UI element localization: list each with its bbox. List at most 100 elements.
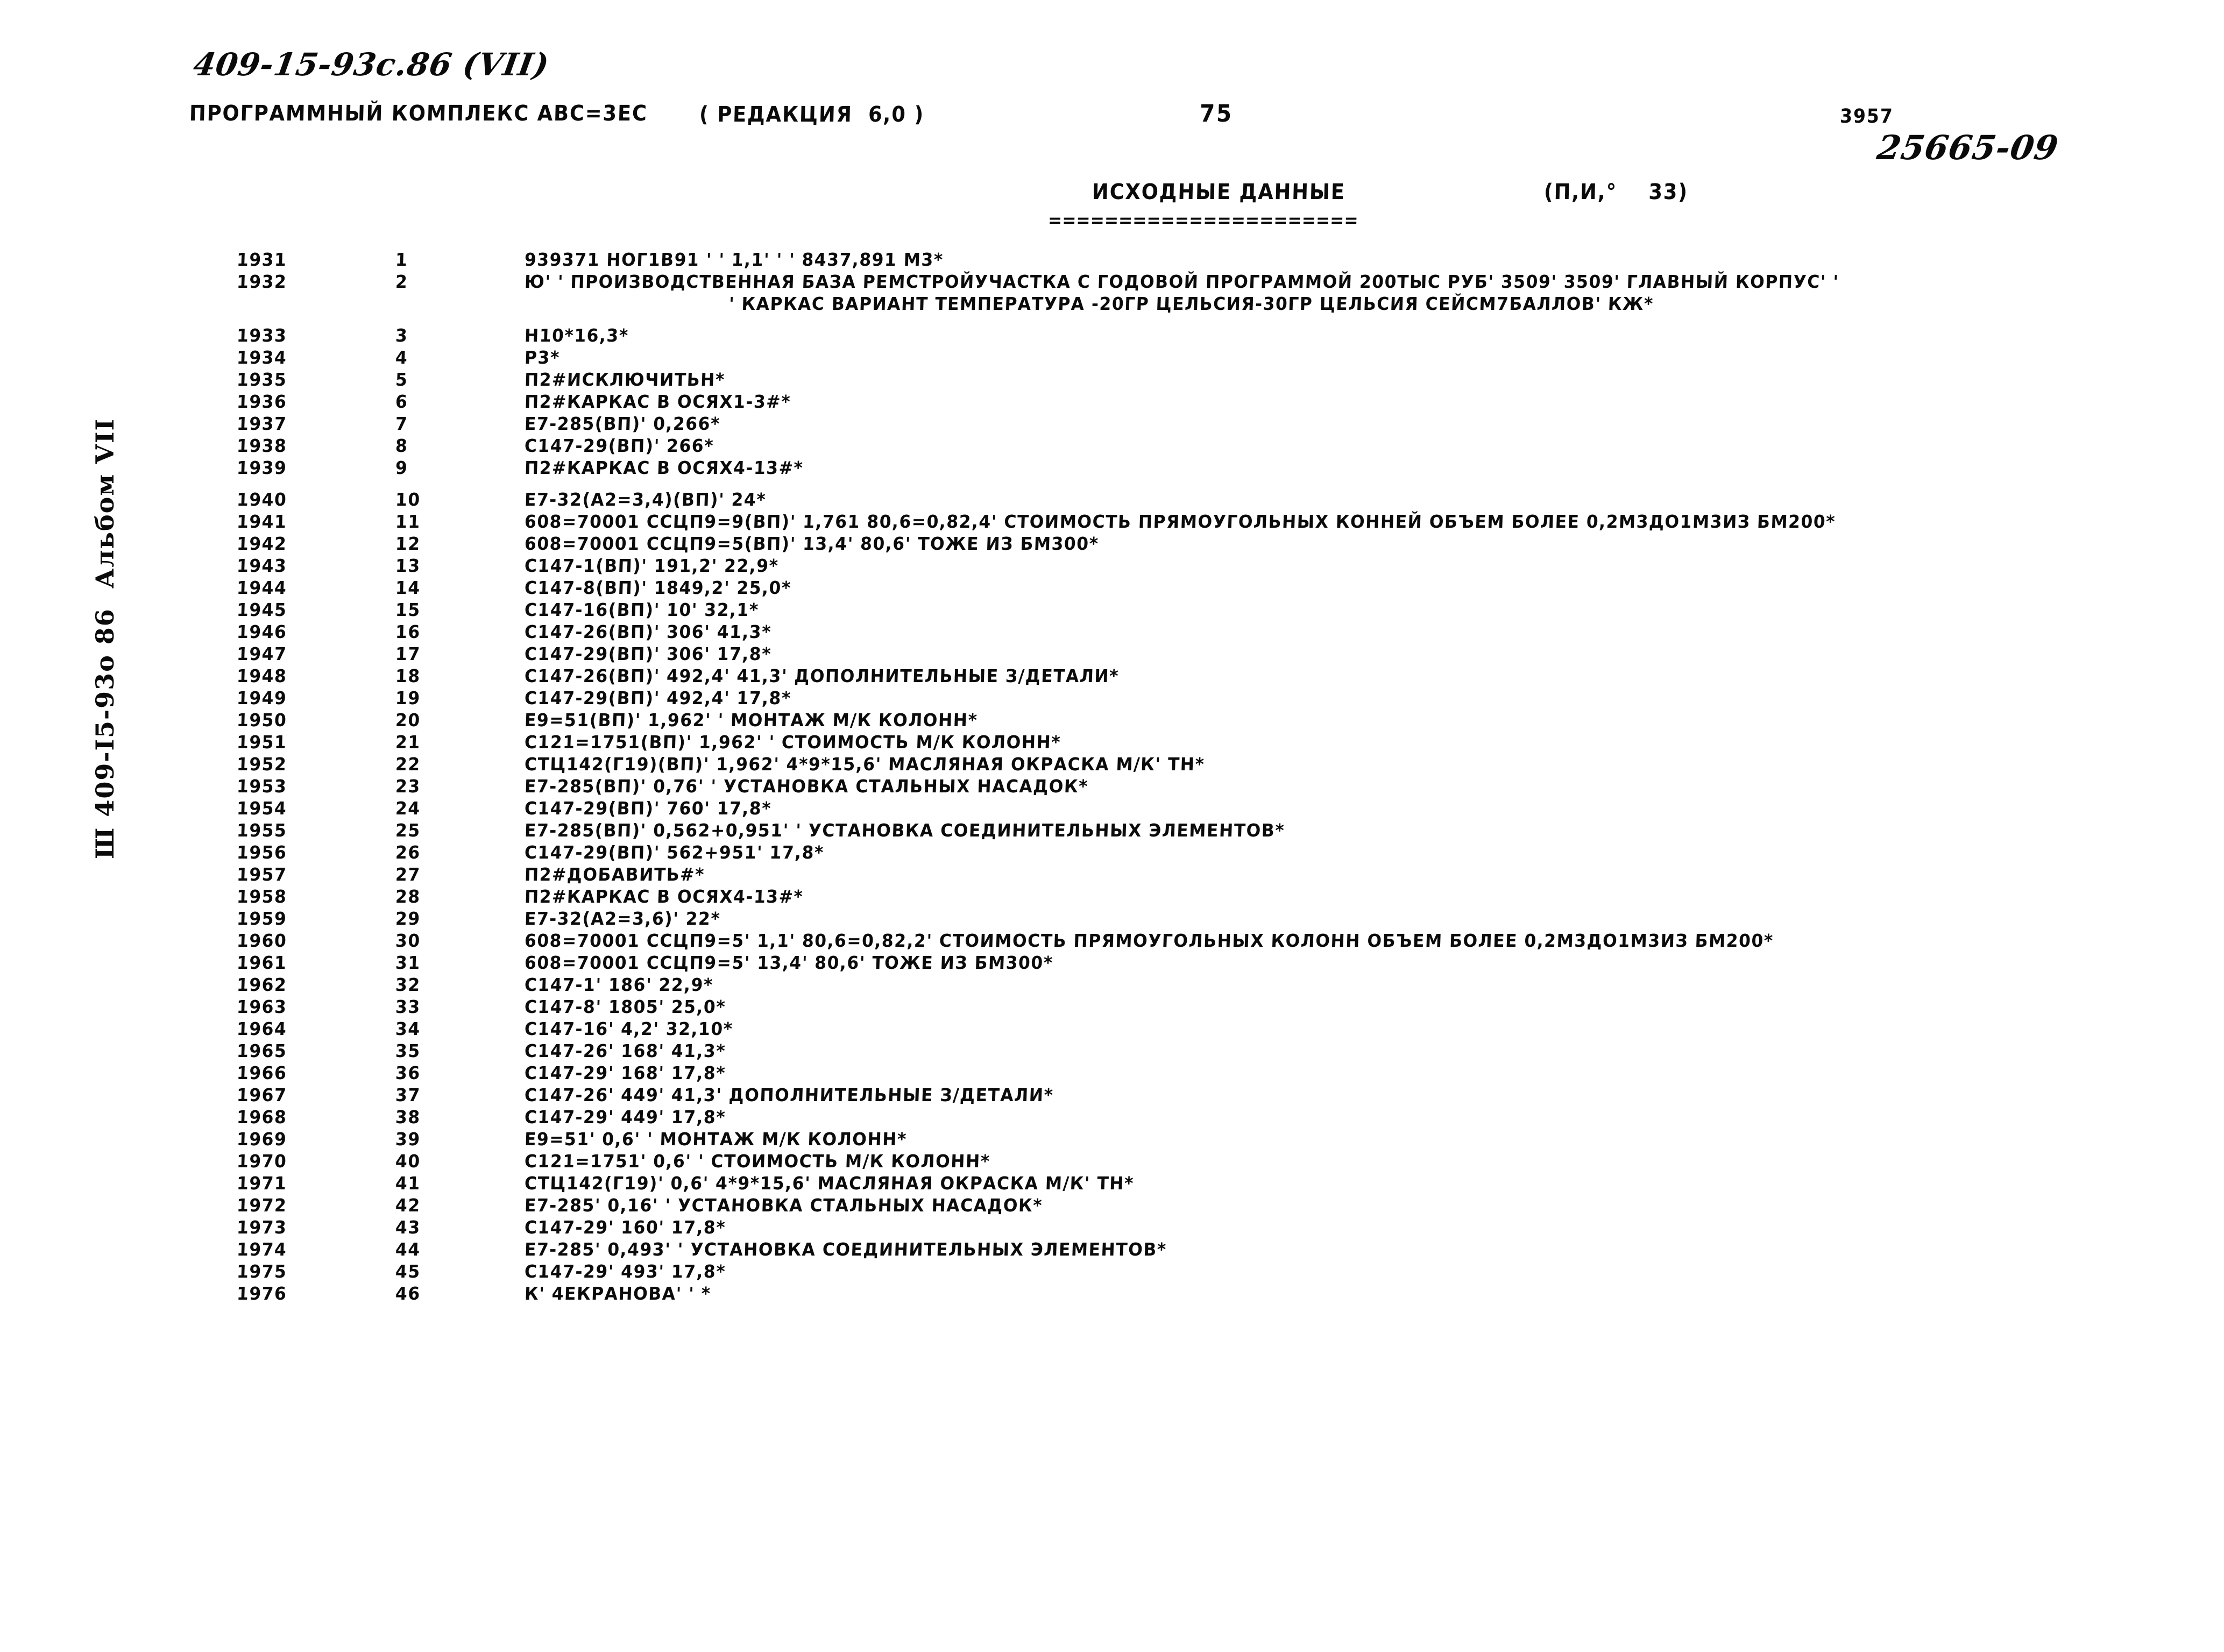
row-number: 4 bbox=[395, 347, 408, 368]
row-id: 1952 bbox=[236, 754, 287, 775]
row-number: 39 bbox=[395, 1129, 421, 1150]
table-row: 1972 42 Е7-285' 0,16' ' УСТАНОВКА СТАЛЬН… bbox=[0, 1194, 2224, 1216]
table-row: 1949 19 С147-29(ВП)' 492,4' 17,8* bbox=[0, 687, 2224, 709]
row-text: П2#КАРКАС В ОСЯХ1-3#* bbox=[524, 391, 791, 412]
handwritten-doc-code: 409-15-93с.86 (VII) bbox=[190, 46, 552, 83]
table-row: 1973 43 С147-29' 160' 17,8* bbox=[0, 1216, 2224, 1238]
row-number: 32 bbox=[395, 974, 421, 995]
row-number: 30 bbox=[395, 930, 421, 951]
row-number: 20 bbox=[395, 710, 421, 731]
row-id: 1951 bbox=[236, 732, 287, 753]
row-text: С147-1' 186' 22,9* bbox=[524, 974, 714, 995]
row-id: 1961 bbox=[236, 952, 287, 973]
row-text: П2#ДОБАВИТЬ#* bbox=[524, 864, 705, 885]
row-number: 18 bbox=[395, 665, 421, 686]
table-row: 1975 45 С147-29' 493' 17,8* bbox=[0, 1260, 2224, 1282]
section-right-label: (П,И,° 33) bbox=[1543, 180, 1689, 204]
table-row: 1964 34 С147-16' 4,2' 32,10* bbox=[0, 1018, 2224, 1040]
row-number: 36 bbox=[395, 1062, 421, 1083]
table-row: 1939 9 П2#КАРКАС В ОСЯХ4-13#* bbox=[0, 457, 2224, 479]
row-text: С147-8' 1805' 25,0* bbox=[524, 996, 726, 1017]
row-id: 1948 bbox=[236, 665, 287, 686]
row-text: Н10*16,3* bbox=[524, 325, 629, 346]
table-row: 1947 17 С147-29(ВП)' 306' 17,8* bbox=[0, 643, 2224, 665]
row-text: Е7-32(А2=3,4)(ВП)' 24* bbox=[524, 489, 767, 510]
row-number: 40 bbox=[395, 1151, 421, 1172]
row-id: 1941 bbox=[236, 511, 287, 532]
table-row: 1952 22 СТЦ142(Г19)(ВП)' 1,962' 4*9*15,6… bbox=[0, 753, 2224, 775]
table-row: 1943 13 С147-1(ВП)' 191,2' 22,9* bbox=[0, 555, 2224, 577]
row-id: 1945 bbox=[236, 599, 287, 620]
table-row: 1938 8 С147-29(ВП)' 266* bbox=[0, 435, 2224, 457]
row-text: С147-26' 449' 41,3' ДОПОЛНИТЕЛЬНЫЕ З/ДЕТ… bbox=[524, 1084, 1054, 1105]
table-row: 1970 40 С121=1751' 0,6' ' СТОИМОСТЬ М/К … bbox=[0, 1150, 2224, 1172]
row-id: 1956 bbox=[236, 842, 287, 863]
row-text: С121=1751' 0,6' ' СТОИМОСТЬ М/К КОЛОНН* bbox=[524, 1151, 991, 1172]
row-id: 1967 bbox=[236, 1084, 287, 1105]
program-complex-label: ПРОГРАММНЫЙ КОМПЛЕКС АВС=3ЕС bbox=[189, 101, 648, 126]
row-text-continuation: ' КАРКАС ВАРИАНТ ТЕМПЕРАТУРА -20ГР ЦЕЛЬС… bbox=[728, 293, 1654, 314]
table-row: 1941 11 608=70001 ССЦП9=9(ВП)' 1,761 80,… bbox=[0, 511, 2224, 533]
row-text: С147-16' 4,2' 32,10* bbox=[524, 1018, 734, 1039]
row-id: 1954 bbox=[236, 798, 287, 819]
row-text: 939371 НОГ1В91 ' ' 1,1' ' ' 8437,891 М3* bbox=[524, 249, 944, 270]
row-number: 12 bbox=[395, 533, 421, 554]
table-row: 1950 20 Е9=51(ВП)' 1,962' ' МОНТАЖ М/К К… bbox=[0, 709, 2224, 731]
row-text: С147-8(ВП)' 1849,2' 25,0* bbox=[524, 577, 792, 598]
row-id: 1931 bbox=[236, 249, 287, 270]
row-text: С147-29(ВП)' 760' 17,8* bbox=[524, 798, 772, 819]
row-number: 14 bbox=[395, 577, 421, 598]
row-id: 1933 bbox=[236, 325, 287, 346]
row-text: С147-29' 449' 17,8* bbox=[524, 1107, 726, 1128]
row-id: 1949 bbox=[236, 687, 287, 708]
table-row: 1931 1 939371 НОГ1В91 ' ' 1,1' ' ' 8437,… bbox=[0, 249, 2224, 271]
row-text: С147-29' 160' 17,8* bbox=[524, 1217, 726, 1238]
table-row: 1951 21 С121=1751(ВП)' 1,962' ' СТОИМОСТ… bbox=[0, 731, 2224, 753]
row-id: 1950 bbox=[236, 710, 287, 731]
row-text: С147-29' 168' 17,8* bbox=[524, 1062, 726, 1083]
table-row: 1940 10 Е7-32(А2=3,4)(ВП)' 24* bbox=[0, 488, 2224, 511]
row-number: 6 bbox=[395, 391, 408, 412]
table-row: 1933 3 Н10*16,3* bbox=[0, 324, 2224, 346]
row-id: 1944 bbox=[236, 577, 287, 598]
handwritten-doc-number: 25665-09 bbox=[1874, 128, 2062, 167]
row-id: 1971 bbox=[236, 1173, 287, 1194]
row-gap bbox=[0, 479, 2224, 488]
row-text: 608=70001 ССЦП9=5(ВП)' 13,4' 80,6' ТОЖЕ … bbox=[524, 533, 1100, 554]
row-text: Е7-285(ВП)' 0,562+0,951' ' УСТАНОВКА СОЕ… bbox=[524, 820, 1285, 841]
table-row: 1960 30 608=70001 ССЦП9=5' 1,1' 80,6=0,8… bbox=[0, 930, 2224, 952]
row-id: 1934 bbox=[236, 347, 287, 368]
section-title-underline: ====================== bbox=[1047, 210, 1359, 231]
row-text: С147-29' 493' 17,8* bbox=[524, 1261, 726, 1282]
row-id: 1943 bbox=[236, 555, 287, 576]
row-number: 29 bbox=[395, 908, 421, 929]
row-text: 608=70001 ССЦП9=9(ВП)' 1,761 80,6=0,82,4… bbox=[524, 511, 1836, 532]
row-number: 2 bbox=[395, 271, 408, 292]
row-number: 10 bbox=[395, 489, 421, 510]
table-row: 1959 29 Е7-32(А2=3,6)' 22* bbox=[0, 907, 2224, 930]
table-row: 1948 18 С147-26(ВП)' 492,4' 41,3' ДОПОЛН… bbox=[0, 665, 2224, 687]
table-row: 1963 33 С147-8' 1805' 25,0* bbox=[0, 996, 2224, 1018]
row-text: Е9=51(ВП)' 1,962' ' МОНТАЖ М/К КОЛОНН* bbox=[524, 710, 979, 731]
row-number: 17 bbox=[395, 643, 421, 664]
row-number: 42 bbox=[395, 1195, 421, 1216]
row-id: 1940 bbox=[236, 489, 287, 510]
row-id: 1964 bbox=[236, 1018, 287, 1039]
row-id: 1962 bbox=[236, 974, 287, 995]
row-number: 41 bbox=[395, 1173, 421, 1194]
row-id: 1963 bbox=[236, 996, 287, 1017]
row-text: Ю' ' ПРОИЗВОДСТВЕННАЯ БАЗА РЕМСТРОЙУЧАСТ… bbox=[524, 271, 1840, 292]
row-text: С147-26(ВП)' 306' 41,3* bbox=[524, 621, 772, 642]
row-id: 1958 bbox=[236, 886, 287, 907]
row-text: 608=70001 ССЦП9=5' 1,1' 80,6=0,82,2' СТО… bbox=[524, 930, 1774, 951]
row-number: 43 bbox=[395, 1217, 421, 1238]
row-id: 1975 bbox=[236, 1261, 287, 1282]
table-row: 1937 7 Е7-285(ВП)' 0,266* bbox=[0, 413, 2224, 435]
row-text: П2#КАРКАС В ОСЯХ4-13#* bbox=[524, 886, 804, 907]
table-row: 1957 27 П2#ДОБАВИТЬ#* bbox=[0, 863, 2224, 885]
table-row: 1965 35 С147-26' 168' 41,3* bbox=[0, 1040, 2224, 1062]
row-text: С147-29(ВП)' 266* bbox=[524, 435, 714, 456]
row-gap bbox=[0, 315, 2224, 324]
row-number: 22 bbox=[395, 754, 421, 775]
row-id: 1946 bbox=[236, 621, 287, 642]
